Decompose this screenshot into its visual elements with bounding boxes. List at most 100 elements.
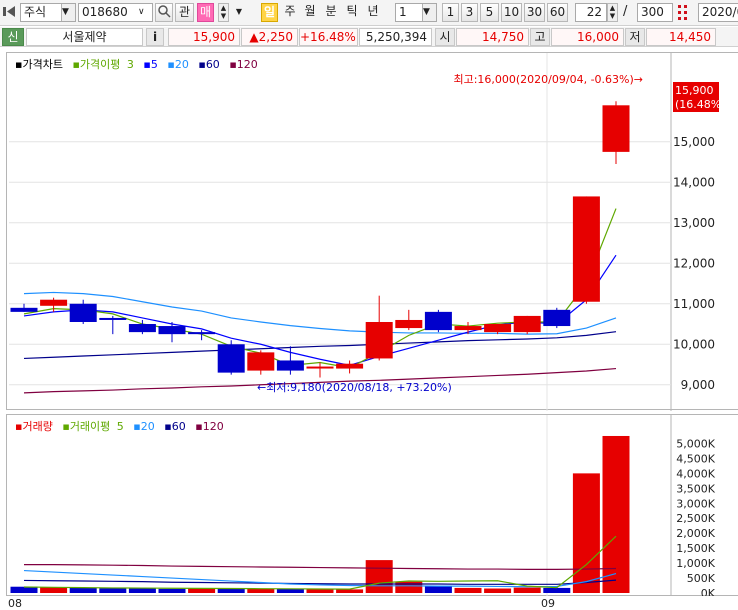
chevron-down-icon[interactable]: ▼ (422, 4, 436, 21)
current-price: 15,900 (168, 28, 240, 46)
candle-body (395, 319, 423, 329)
candle-body (602, 105, 630, 152)
interval-1[interactable]: 1 (442, 3, 459, 22)
date-input[interactable]: 2020/0 (698, 3, 738, 22)
low-price: 14,450 (646, 28, 716, 46)
volume-bar (99, 588, 127, 593)
volume-chart[interactable]: 0K500K1,000K1,500K2,000K2,500K3,000K3,50… (7, 415, 738, 597)
candle-body (128, 324, 156, 333)
chevron-down-icon[interactable]: ▼ (232, 3, 246, 22)
period-year[interactable]: 년 (364, 3, 382, 22)
y-tick-label: 1,000K (676, 557, 715, 570)
count-separator: / (623, 4, 628, 19)
watchlist-button[interactable]: 관 (175, 3, 194, 22)
stock-name: 서울제약 (26, 28, 143, 46)
price-change: ▲2,250 (241, 28, 298, 46)
legend-vol-ma20: ▪20 (133, 420, 155, 433)
search-button[interactable] (155, 3, 173, 22)
volume-bar (128, 588, 156, 593)
legend-vol-ma60: ▪60 (164, 420, 186, 433)
volume-chart-panel[interactable]: 0K 500K 1,000K 1,500K 2,000K 2,500K 3,000K 3,50… (6, 414, 738, 597)
volume-bar (484, 588, 512, 593)
legend-ma120: ▪120 (229, 58, 258, 71)
total-count-input[interactable]: 300 (637, 3, 673, 22)
price-chart-panel[interactable]: 9,000 10,000 11,000 12,000 13,000 14,000 15,00… (6, 52, 738, 411)
volume-bar (572, 473, 600, 593)
display-count-input[interactable]: 22 (575, 3, 607, 22)
high-annotation: 최고:16,000(2020/09/04, -0.63%)→ (453, 73, 643, 86)
y-tick-label: 12,000 (673, 256, 715, 270)
y-tick-label: 3,500K (676, 482, 715, 495)
volume-legend: ▪거래량 ▪거래이평 5 ▪20 ▪60 ▪120 (15, 418, 230, 434)
volume-bar (543, 587, 571, 593)
y-tick-label: 13,000 (673, 216, 715, 230)
chevron-down-icon[interactable]: ∨ (138, 4, 152, 21)
stock-code-value: 018680 (82, 5, 128, 19)
period-tick[interactable]: 틱 (343, 3, 361, 22)
count-spinner[interactable]: ▲ ▼ (607, 3, 618, 22)
volume-ma60-line (23, 579, 617, 585)
quote-info-bar: 신 서울제약 i 15,900 ▲2,250 +16.48% 5,250,394… (0, 27, 738, 47)
volume-bar (188, 588, 216, 593)
volume-bar (336, 589, 364, 593)
high-price: 16,000 (551, 28, 624, 46)
y-tick-label: 4,000K (676, 467, 715, 480)
candle-body (365, 321, 393, 359)
interval-30[interactable]: 30 (524, 3, 545, 22)
candle-body (10, 307, 38, 312)
ma60-line (23, 331, 617, 360)
price-chart[interactable]: 9,000 10,000 11,000 12,000 13,000 14,000 15,00… (7, 53, 738, 411)
interval-60[interactable]: 60 (547, 3, 568, 22)
volume-bar (602, 435, 630, 593)
candle-body (543, 309, 571, 327)
volume-bar (69, 587, 97, 593)
period-week[interactable]: 주 (281, 3, 299, 22)
legend-ma60: ▪60 (198, 58, 220, 71)
interval-3[interactable]: 3 (461, 3, 478, 22)
volume-bar (513, 587, 541, 593)
market-type-value: 주식 (24, 5, 47, 19)
period-day[interactable]: 일 (261, 3, 278, 22)
y-tick-label: 9,000 (681, 378, 715, 392)
candle-body (276, 360, 304, 371)
trade-volume: 5,250,394 (359, 28, 432, 46)
volume-ma120-line (24, 563, 617, 570)
price-legend: ▪가격차트 ▪가격이평 3 ▪5 ▪20 ▪60 ▪120 (15, 56, 264, 72)
volume-bar (306, 589, 334, 593)
volume-bar (365, 560, 393, 593)
candle-body (484, 324, 512, 333)
chevron-down-icon[interactable]: ▼ (61, 4, 75, 21)
legend-vol-ma120: ▪120 (195, 420, 224, 433)
low-label: 저 (625, 28, 645, 46)
y-tick-label: 5,000K (676, 437, 715, 450)
current-price-tag-value: 15,900 (675, 84, 714, 97)
dock-arrow-icon[interactable] (2, 3, 18, 22)
current-price-tag-pct: (16.48%) (675, 98, 726, 111)
stock-info-button[interactable]: i (146, 28, 164, 46)
open-label: 시 (435, 28, 455, 46)
candle-body (513, 315, 541, 333)
credit-flag-badge: 신 (2, 28, 24, 46)
volume-bar (454, 587, 482, 593)
interval-10[interactable]: 10 (501, 3, 522, 22)
period-month[interactable]: 월 (301, 3, 319, 22)
interval-5[interactable]: 5 (480, 3, 499, 22)
candle-body (306, 366, 334, 369)
volume-bar (158, 588, 186, 593)
ma-button[interactable]: 매 (197, 3, 214, 22)
x-axis-label-sep: 09 (541, 597, 555, 610)
legend-volume-title: ▪거래량 (15, 420, 53, 433)
stock-code-input[interactable]: 018680 ∨ (78, 3, 153, 22)
settings-dots-icon[interactable] (676, 2, 690, 22)
y-tick-label: 10,000 (673, 337, 715, 351)
market-type-select[interactable]: 주식 ▼ (20, 3, 76, 22)
candle-body (572, 196, 600, 302)
y-tick-label: 2,500K (676, 512, 715, 525)
interval-value: 1 (399, 5, 407, 19)
interval-select[interactable]: 1 ▼ (395, 3, 437, 22)
x-axis-label-aug: 08 (8, 597, 22, 610)
period-minute[interactable]: 분 (322, 3, 340, 22)
candle-body (454, 326, 482, 331)
spin-updown[interactable]: ▲ ▼ (218, 3, 229, 22)
candle-body (217, 344, 245, 373)
